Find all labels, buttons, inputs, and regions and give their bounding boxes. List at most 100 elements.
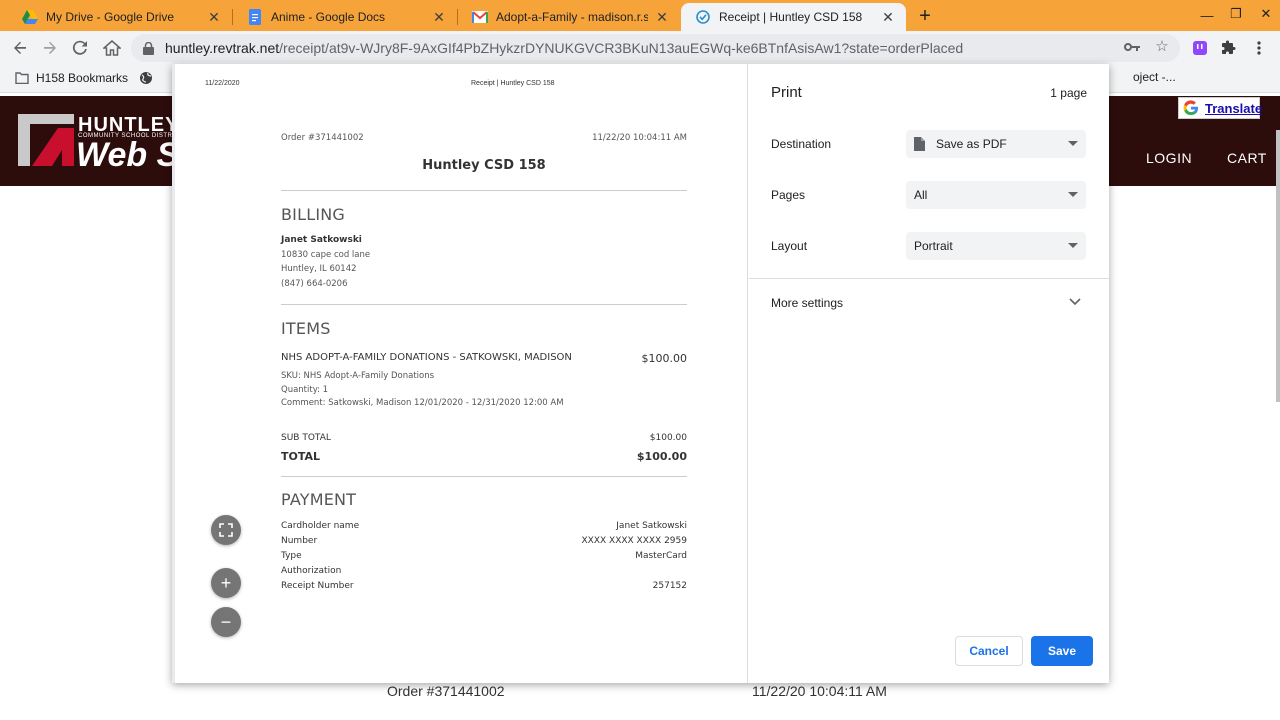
site-logo-webstore: Web S: [76, 136, 180, 174]
receipt-divider: [281, 304, 687, 305]
gmail-icon: [472, 9, 488, 25]
new-tab-plus-icon[interactable]: +: [914, 5, 936, 27]
payment-label: Authorization: [281, 566, 342, 576]
print-title: Print: [771, 84, 802, 101]
destination-value: Save as PDF: [936, 137, 1007, 151]
billing-name: Janet Satkowski: [281, 235, 362, 245]
back-arrow-icon[interactable]: [8, 36, 32, 60]
browser-toolbar: huntley.revtrak.net/receipt/at9v-WJry8F-…: [0, 31, 1280, 64]
chevron-down-icon: [1068, 141, 1078, 146]
tab-title: Receipt | Huntley CSD 158: [719, 10, 863, 24]
url-path: /receipt/at9v-WJry8F-9AxGIf4PbZHykzrDYNU…: [279, 40, 964, 56]
cart-link[interactable]: CART: [1227, 150, 1267, 166]
translate-widget[interactable]: Translate: [1178, 97, 1262, 119]
close-icon[interactable]: ✕: [654, 9, 670, 25]
bg-order-number: Order #371441002: [387, 683, 505, 699]
billing-phone: (847) 664-0206: [281, 279, 348, 289]
items-heading: ITEMS: [281, 319, 331, 338]
payment-value: XXXX XXXX XXXX 2959: [581, 536, 687, 546]
payment-label: Receipt Number: [281, 581, 354, 591]
document-icon: [914, 137, 926, 151]
bookmark-label: H158 Bookmarks: [36, 71, 129, 85]
google-drive-icon: [22, 9, 38, 25]
billing-address1: 10830 cape cod lane: [281, 250, 371, 260]
payment-value: MasterCard: [635, 551, 687, 561]
zoom-out-icon[interactable]: −: [211, 607, 241, 637]
save-button[interactable]: Save: [1031, 636, 1093, 666]
destination-label: Destination: [771, 137, 832, 151]
bg-order-datetime: 11/22/20 10:04:11 AM: [752, 683, 887, 699]
lock-icon[interactable]: [143, 41, 157, 55]
total-value: $100.00: [636, 450, 687, 463]
reload-icon[interactable]: [68, 36, 92, 60]
page-count: 1 page: [1050, 86, 1087, 100]
payment-label: Cardholder name: [281, 521, 360, 531]
star-bookmark-icon[interactable]: ☆: [1152, 37, 1172, 55]
payment-heading: PAYMENT: [281, 490, 357, 509]
minimize-icon[interactable]: —: [1197, 8, 1217, 23]
payment-label: Type: [281, 551, 302, 561]
menu-kebab-icon[interactable]: [1249, 38, 1269, 58]
tab-google-drive[interactable]: My Drive - Google Drive ✕: [8, 3, 232, 31]
receipt-divider: [281, 476, 687, 477]
tab-strip: My Drive - Google Drive ✕ Anime - Google…: [0, 0, 1280, 31]
print-settings-panel: Print 1 page Destination Save as PDF Pag…: [749, 64, 1109, 683]
receipt-org-name: Huntley CSD 158: [422, 158, 546, 173]
tab-gmail[interactable]: Adopt-a-Family - madison.r.satk ✕: [458, 3, 680, 31]
pages-value: All: [914, 188, 928, 202]
preview-page-date: 11/22/2020: [205, 80, 240, 87]
close-icon[interactable]: ✕: [880, 9, 896, 25]
destination-select[interactable]: Save as PDF: [906, 130, 1086, 158]
page-scrollbar[interactable]: [1276, 130, 1280, 402]
url-host: huntley.revtrak.net: [165, 40, 280, 56]
maximize-icon[interactable]: ❐: [1226, 6, 1246, 22]
payment-value: 257152: [652, 581, 687, 591]
receipt-divider: [281, 190, 687, 191]
home-icon[interactable]: [100, 36, 124, 60]
forward-arrow-icon[interactable]: [38, 36, 62, 60]
bookmark-globe[interactable]: [138, 70, 160, 86]
subtotal-label: SUB TOTAL: [281, 433, 331, 443]
google-docs-icon: [247, 9, 263, 25]
extension-twitch-icon[interactable]: [1190, 38, 1210, 58]
receipt-order-number: Order #371441002: [281, 133, 364, 143]
pages-select[interactable]: All: [906, 181, 1086, 209]
settings-divider: [749, 278, 1109, 279]
item-quantity: Quantity: 1: [281, 385, 329, 395]
address-bar[interactable]: huntley.revtrak.net/receipt/at9v-WJry8F-…: [131, 34, 1180, 62]
tab-receipt[interactable]: Receipt | Huntley CSD 158 ✕: [681, 3, 906, 31]
huntley-logo-icon[interactable]: [18, 114, 74, 166]
item-comment: Comment: Satkowski, Madison 12/01/2020 -…: [281, 398, 564, 408]
key-icon[interactable]: [1122, 38, 1142, 56]
billing-address2: Huntley, IL 60142: [281, 264, 357, 274]
fit-to-page-icon[interactable]: [211, 515, 241, 545]
total-label: TOTAL: [281, 450, 321, 463]
chevron-down-icon[interactable]: [1067, 294, 1083, 310]
zoom-in-icon[interactable]: +: [211, 568, 241, 598]
subtotal-value: $100.00: [649, 433, 687, 443]
bookmark-folder-h158[interactable]: H158 Bookmarks: [14, 70, 128, 86]
more-settings-toggle[interactable]: More settings: [771, 296, 843, 310]
print-preview: 11/22/2020 Receipt | Huntley CSD 158 Ord…: [172, 64, 748, 683]
bookmark-overflow[interactable]: oject -...: [1133, 70, 1176, 84]
layout-select[interactable]: Portrait: [906, 232, 1086, 260]
folder-icon: [14, 70, 30, 86]
tab-title: Adopt-a-Family - madison.r.satk: [496, 10, 648, 24]
close-icon[interactable]: ✕: [431, 9, 447, 25]
login-link[interactable]: LOGIN: [1146, 150, 1192, 166]
close-icon[interactable]: ✕: [206, 9, 222, 25]
pages-label: Pages: [771, 188, 806, 202]
billing-heading: BILLING: [281, 205, 346, 224]
extensions-puzzle-icon[interactable]: [1219, 38, 1239, 58]
cancel-button[interactable]: Cancel: [955, 636, 1023, 666]
translate-link[interactable]: Translate: [1205, 101, 1262, 116]
google-g-icon: [1183, 100, 1199, 116]
close-window-icon[interactable]: ✕: [1256, 6, 1276, 22]
tab-google-docs[interactable]: Anime - Google Docs ✕: [233, 3, 457, 31]
receipt-order-datetime: 11/22/20 10:04:11 AM: [592, 133, 687, 143]
item-sku: SKU: NHS Adopt-A-Family Donations: [281, 371, 435, 381]
payment-label: Number: [281, 536, 318, 546]
layout-value: Portrait: [914, 239, 953, 253]
print-dialog: 11/22/2020 Receipt | Huntley CSD 158 Ord…: [172, 64, 1109, 683]
revtrak-icon: [695, 9, 711, 25]
